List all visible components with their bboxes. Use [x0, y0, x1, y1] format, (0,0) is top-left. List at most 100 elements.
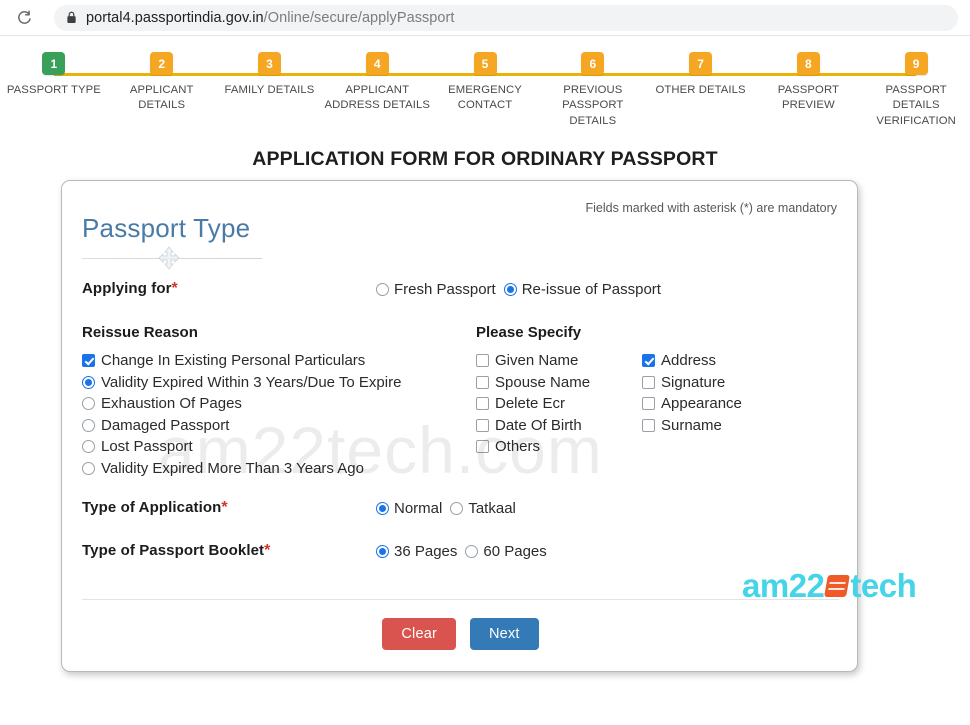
radio-icon[interactable] — [376, 544, 389, 558]
stepper-badge-8: 8 — [796, 52, 820, 75]
stepper-badge-5: 5 — [473, 52, 497, 75]
radio-icon[interactable] — [82, 375, 95, 389]
stepper-step-1[interactable]: 1 PASSPORT TYPE — [0, 52, 108, 129]
stepper-step-5[interactable]: 5 EMERGENCY CONTACT — [431, 52, 539, 129]
type-of-booklet-row: Type of Passport Booklet* 36 Pages 60 Pag… — [82, 542, 839, 560]
checkbox-icon[interactable] — [642, 418, 655, 432]
applying-for-options: Fresh Passport Re-issue of Passport — [376, 281, 661, 298]
required-asterisk: * — [221, 499, 228, 516]
radio-icon[interactable] — [503, 282, 517, 296]
please-specify-col2-item-3[interactable]: Surname — [642, 415, 808, 437]
stepper-label-5: EMERGENCY CONTACT — [448, 84, 522, 112]
stepper-label-4: APPLICANT ADDRESS DETAILS — [324, 84, 430, 112]
stepper-step-9[interactable]: 9 PASSPORT DETAILS VERIFICATION — [862, 52, 970, 129]
mandatory-note: Fields marked with asterisk (*) are mand… — [585, 201, 837, 215]
url-path: /Online/secure/applyPassport — [263, 9, 455, 26]
radio-icon[interactable] — [450, 501, 464, 515]
reissue-reason-item-0[interactable]: Change In Existing Personal Particulars — [82, 350, 462, 372]
please-specify-col1-item-0[interactable]: Given Name — [476, 350, 642, 372]
application-type-option-label: Normal — [394, 499, 443, 517]
stepper-badge-9: 9 — [904, 52, 928, 75]
checkbox-icon[interactable] — [476, 354, 489, 368]
reissue-reason-item-2[interactable]: Exhaustion Of Pages — [82, 393, 462, 415]
progress-stepper: 1 PASSPORT TYPE 2 APPLICANT DETAILS 3 FAMILY … — [0, 52, 970, 127]
stepper-step-7[interactable]: 7 OTHER DETAILS — [647, 52, 755, 129]
am22tech-logo: am22 tech — [742, 567, 917, 605]
please-specify-col2-item-2[interactable]: Appearance — [642, 393, 808, 415]
address-bar[interactable]: portal4.passportindia.gov.in/Online/secu… — [54, 4, 958, 31]
checkbox-icon[interactable] — [476, 418, 489, 432]
stepper-badge-2: 2 — [150, 52, 174, 75]
stepper-badge-4: 4 — [365, 52, 389, 75]
applying-for-option-0[interactable]: Fresh Passport — [376, 281, 496, 298]
required-asterisk: * — [171, 280, 178, 297]
reissue-reason-item-label: Exhaustion Of Pages — [101, 395, 242, 413]
reissue-reason-item-label: Damaged Passport — [101, 416, 230, 434]
booklet-type-option-label: 60 Pages — [483, 542, 547, 560]
booklet-type-option-1[interactable]: 60 Pages — [465, 542, 547, 560]
stepper-label-6: PREVIOUS PASSPORT DETAILS — [562, 84, 624, 127]
stepper-label-8: PASSPORT PREVIEW — [777, 84, 839, 112]
please-specify-col1-item-label: Date Of Birth — [495, 416, 582, 434]
checkbox-icon[interactable] — [476, 375, 489, 389]
radio-icon[interactable] — [82, 418, 95, 432]
reissue-reason-item-label: Validity Expired Within 3 Years/Due To E… — [101, 373, 402, 391]
please-specify-col2-item-1[interactable]: Signature — [642, 372, 808, 394]
applying-for-option-1[interactable]: Re-issue of Passport — [503, 281, 661, 298]
stepper-badge-6: 6 — [581, 52, 605, 75]
booklet-type-option-0[interactable]: 36 Pages — [376, 543, 457, 560]
type-of-application-row: Type of Application* Normal Tatkaal — [82, 499, 839, 517]
applying-for-option-label: Fresh Passport — [394, 280, 496, 298]
stepper-step-4[interactable]: 4 APPLICANT ADDRESS DETAILS — [323, 52, 431, 129]
reload-button[interactable] — [10, 4, 38, 32]
checkbox-icon[interactable] — [642, 375, 655, 389]
stepper-label-1: PASSPORT TYPE — [6, 84, 101, 96]
required-asterisk: * — [264, 542, 271, 559]
type-of-booklet-label: Type of Passport Booklet* — [82, 542, 271, 559]
form-divider — [82, 599, 839, 600]
type-of-application-options: Normal Tatkaal — [376, 500, 516, 517]
radio-icon[interactable] — [82, 461, 95, 475]
stepper-step-2[interactable]: 2 APPLICANT DETAILS — [108, 52, 216, 129]
stepper-badge-1: 1 — [42, 52, 66, 75]
application-type-option-label: Tatkaal — [468, 499, 516, 517]
reissue-reason-item-4[interactable]: Lost Passport — [82, 436, 462, 458]
checkbox-icon[interactable] — [476, 397, 489, 411]
stepper-badge-7: 7 — [689, 52, 713, 75]
lock-icon — [66, 11, 77, 24]
stepper-label-3: FAMILY DETAILS — [224, 84, 315, 96]
please-specify-col1-item-1[interactable]: Spouse Name — [476, 372, 642, 394]
reissue-reason-item-label: Lost Passport — [101, 438, 193, 456]
reissue-reason-item-5[interactable]: Validity Expired More Than 3 Years Ago — [82, 458, 462, 480]
checkbox-icon[interactable] — [82, 354, 95, 368]
checkbox-icon[interactable] — [642, 397, 655, 411]
please-specify-col1-item-4[interactable]: Others — [476, 436, 642, 458]
radio-icon[interactable] — [376, 501, 389, 515]
next-button[interactable]: Next — [470, 618, 539, 650]
stepper-label-9: PASSPORT DETAILS VERIFICATION — [876, 84, 956, 127]
page-title: APPLICATION FORM FOR ORDINARY PASSPORT — [252, 148, 718, 170]
radio-icon[interactable] — [82, 397, 95, 411]
please-specify-col1-item-3[interactable]: Date Of Birth — [476, 415, 642, 437]
please-specify-col2-item-0[interactable]: Address — [642, 350, 808, 372]
application-type-option-1[interactable]: Tatkaal — [450, 500, 516, 517]
stepper-step-3[interactable]: 3 FAMILY DETAILS — [216, 52, 324, 129]
stepper-step-6[interactable]: 6 PREVIOUS PASSPORT DETAILS — [539, 52, 647, 129]
radio-icon[interactable] — [82, 440, 95, 454]
checkbox-icon[interactable] — [642, 354, 655, 368]
reissue-reason-group: Reissue Reason Change In Existing Person… — [82, 324, 462, 479]
reissue-reason-item-1[interactable]: Validity Expired Within 3 Years/Due To E… — [82, 372, 462, 394]
please-specify-col2-item-label: Address — [661, 352, 717, 370]
reissue-reason-item-3[interactable]: Damaged Passport — [82, 415, 462, 437]
form-actions: Clear Next — [62, 618, 857, 650]
checkbox-icon[interactable] — [476, 440, 489, 454]
move-handle-icon[interactable] — [158, 245, 180, 271]
screenshot-root: portal4.passportindia.gov.in/Online/secu… — [0, 0, 970, 725]
radio-icon[interactable] — [465, 544, 479, 558]
radio-icon[interactable] — [376, 282, 389, 296]
please-specify-col1-item-2[interactable]: Delete Ecr — [476, 393, 642, 415]
please-specify-col2-item-label: Surname — [661, 416, 722, 434]
application-type-option-0[interactable]: Normal — [376, 500, 442, 517]
stepper-step-8[interactable]: 8 PASSPORT PREVIEW — [754, 52, 862, 129]
clear-button[interactable]: Clear — [382, 618, 457, 650]
